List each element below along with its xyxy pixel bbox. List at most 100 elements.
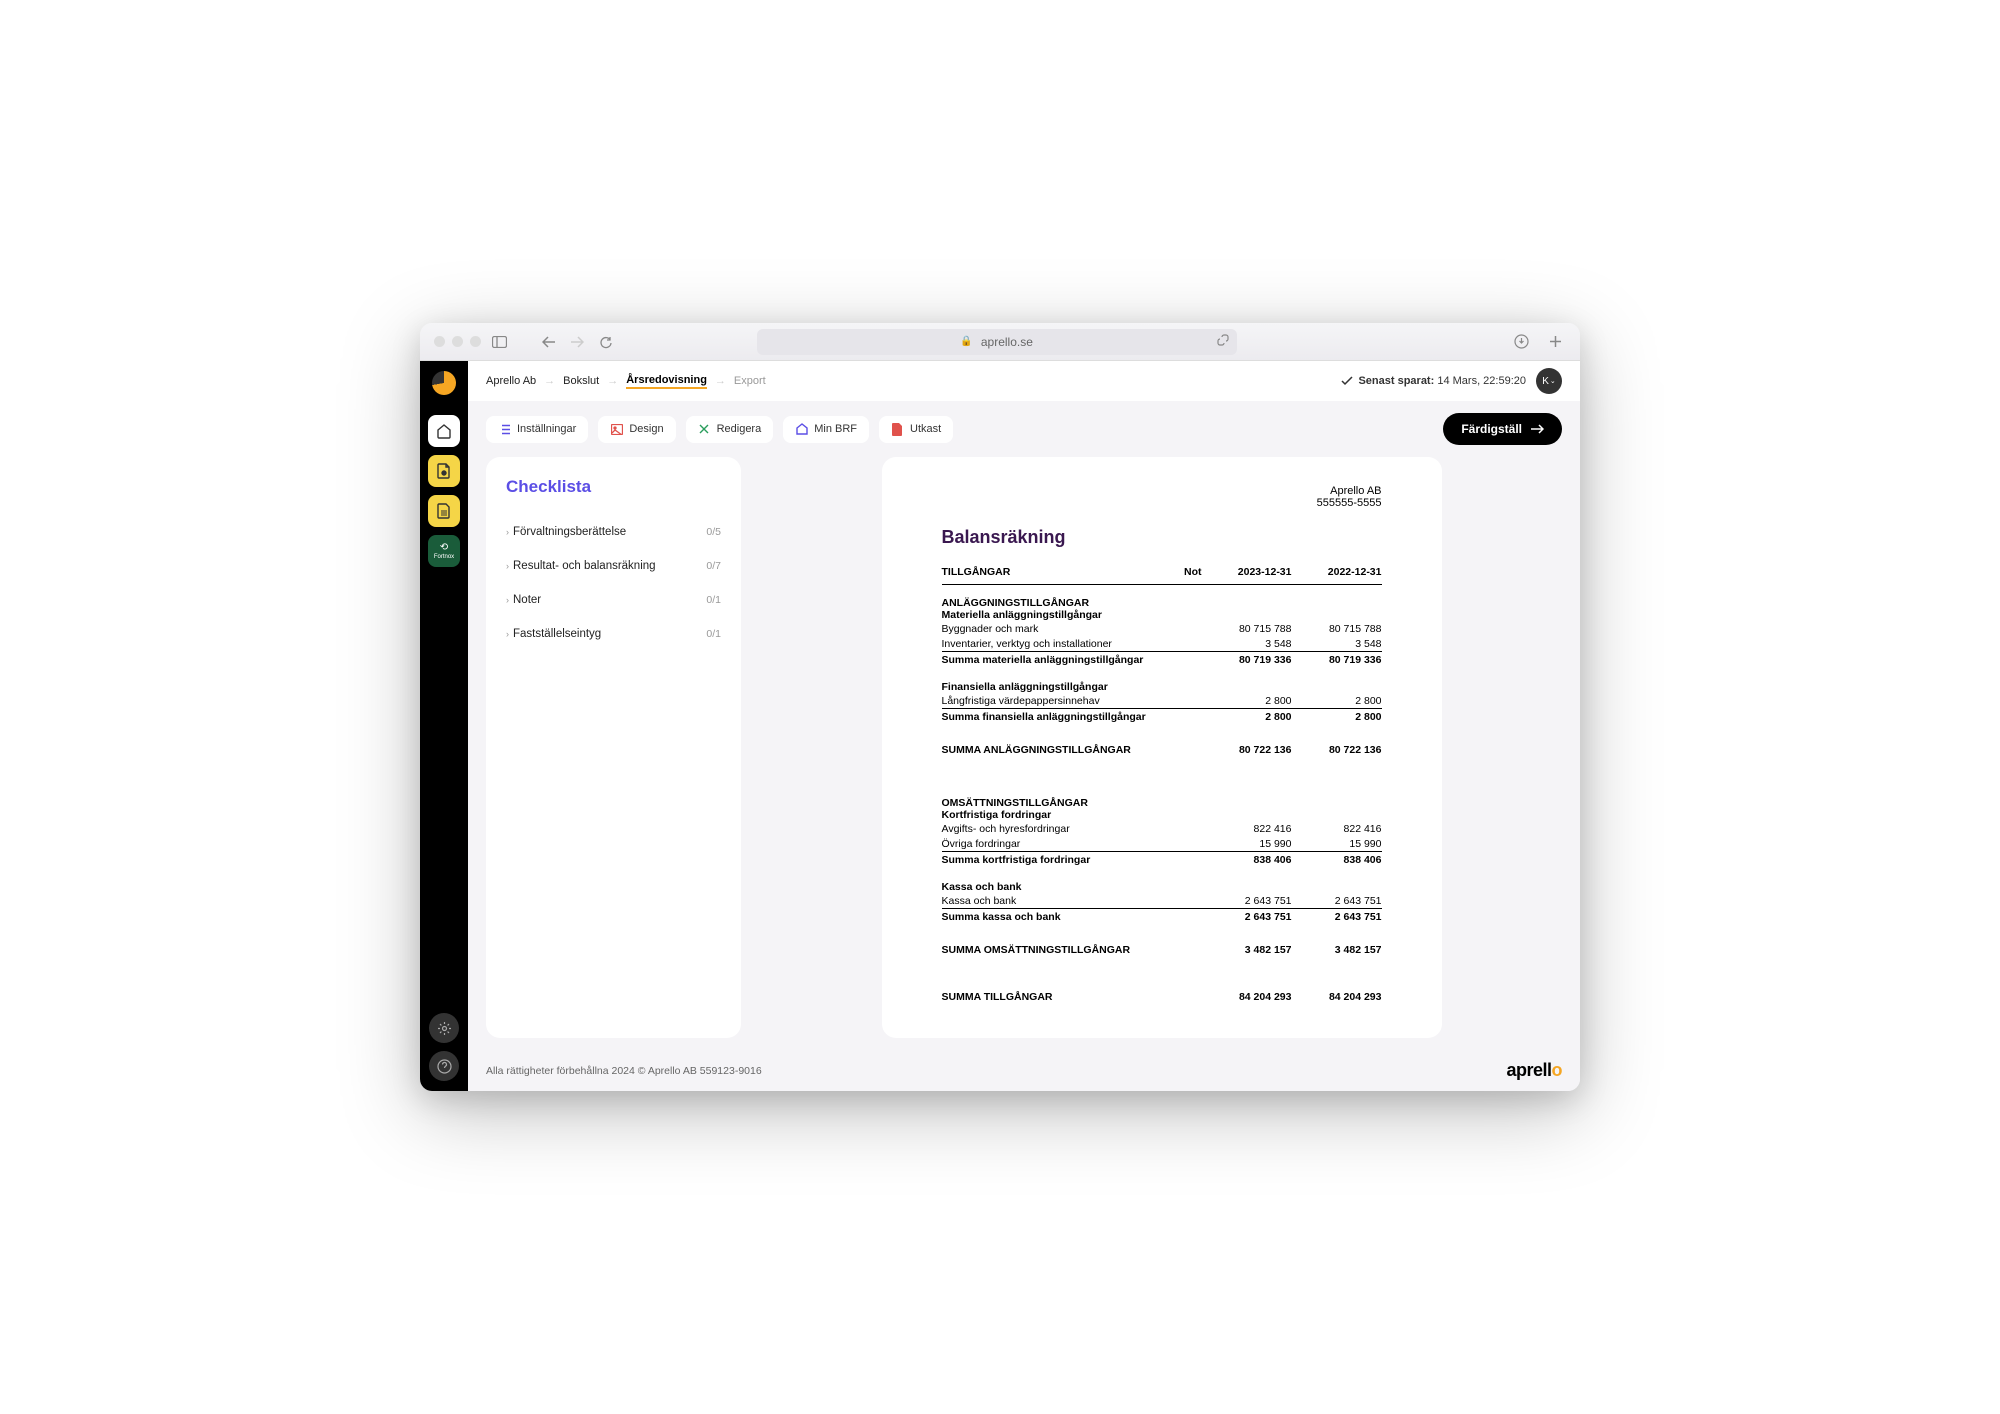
- chevron-right-icon: ›: [506, 561, 509, 571]
- checklist-item-label: Förvaltningsberättelse: [513, 526, 626, 538]
- table-row: Kassa och bank 2 643 751 2 643 751: [942, 893, 1382, 909]
- table-row-sum: Summa finansiella anläggningstillgångar …: [942, 709, 1382, 724]
- doc-title: Balansräkning: [942, 527, 1382, 548]
- avatar-initial: K: [1542, 376, 1549, 387]
- chevron-right-icon: ›: [506, 595, 509, 605]
- col-note: Not: [1162, 566, 1202, 578]
- subsection-title: Materiella anläggningstillgångar: [942, 609, 1382, 621]
- browser-window: 🔒 aprello.se: [420, 323, 1580, 1091]
- tool-settings-label: Inställningar: [517, 423, 576, 435]
- tool-draft[interactable]: Utkast: [879, 416, 953, 443]
- back-icon[interactable]: [539, 332, 559, 352]
- footer: Alla rättigheter förbehållna 2024 © Apre…: [468, 1050, 1580, 1091]
- checklist-panel: Checklista › Förvaltningsberättelse 0/5 …: [486, 457, 741, 1038]
- checklist-item-count: 0/1: [706, 628, 721, 640]
- minimize-icon[interactable]: [452, 336, 463, 347]
- table-row: Inventarier, verktyg och installationer …: [942, 636, 1382, 652]
- tool-edit-label: Redigera: [717, 423, 762, 435]
- section-title: OMSÄTTNINGSTILLGÅNGAR: [942, 797, 1382, 809]
- checklist-item-label: Resultat- och balansräkning: [513, 560, 656, 572]
- checklist-item[interactable]: › Förvaltningsberättelse 0/5: [506, 515, 721, 549]
- breadcrumb-company[interactable]: Aprello Ab: [486, 375, 536, 387]
- copyright: Alla rättigheter förbehållna 2024 © Apre…: [486, 1065, 762, 1077]
- checklist-title: Checklista: [506, 477, 721, 497]
- org-number: 555555-5555: [942, 497, 1382, 509]
- content: Checklista › Förvaltningsberättelse 0/5 …: [468, 457, 1580, 1050]
- checklist-item-label: Fastställelseintyg: [513, 628, 601, 640]
- saved-prefix: Senast sparat:: [1358, 375, 1434, 387]
- document-preview: Aprello AB 555555-5555 Balansräkning TIL…: [882, 457, 1442, 1038]
- breadcrumb-export[interactable]: Export: [734, 375, 766, 387]
- chevron-right-icon: →: [544, 375, 555, 387]
- checklist-item[interactable]: › Resultat- och balansräkning 0/7: [506, 549, 721, 583]
- footer-logo: aprello: [1506, 1060, 1562, 1081]
- sidebar: ⟲ Fortnox: [420, 361, 468, 1091]
- breadcrumb-bokslut[interactable]: Bokslut: [563, 375, 599, 387]
- subsection-title: Kassa och bank: [942, 881, 1382, 893]
- saved-indicator: Senast sparat: 14 Mars, 22:59:20: [1341, 375, 1526, 387]
- breadcrumb: Aprello Ab → Bokslut → Årsredovisning → …: [486, 374, 766, 389]
- sidebar-item-document[interactable]: [428, 455, 460, 487]
- sidebar-item-home[interactable]: [428, 415, 460, 447]
- finalize-label: Färdigställ: [1461, 422, 1522, 436]
- checklist-item[interactable]: › Fastställelseintyg 0/1: [506, 617, 721, 651]
- table-header: TILLGÅNGAR Not 2023-12-31 2022-12-31: [942, 566, 1382, 585]
- browser-chrome: 🔒 aprello.se: [420, 323, 1580, 361]
- table-row-total: SUMMA ANLÄGGNINGSTILLGÅNGAR 80 722 136 8…: [942, 742, 1382, 757]
- table-row: Byggnader och mark 80 715 788 80 715 788: [942, 621, 1382, 636]
- toolbar: Inställningar Design Redigera Min BRF Ut…: [468, 401, 1580, 457]
- table-row-total: SUMMA OMSÄTTNINGSTILLGÅNGAR 3 482 157 3 …: [942, 942, 1382, 957]
- new-tab-icon[interactable]: [1546, 332, 1566, 352]
- balance-sheet: TILLGÅNGAR Not 2023-12-31 2022-12-31 ANL…: [942, 566, 1382, 1004]
- table-row: Långfristiga värdepappersinnehav 2 800 2…: [942, 693, 1382, 709]
- sidebar-item-report[interactable]: [428, 495, 460, 527]
- forward-icon[interactable]: [567, 332, 587, 352]
- list-icon: [498, 423, 511, 436]
- chevron-right-icon: →: [607, 375, 618, 387]
- reload-icon[interactable]: [595, 332, 615, 352]
- saved-time: 14 Mars, 22:59:20: [1437, 375, 1526, 387]
- col-year1: 2023-12-31: [1202, 566, 1292, 578]
- tool-brf-label: Min BRF: [814, 423, 857, 435]
- tool-design-label: Design: [629, 423, 663, 435]
- breadcrumb-arsredovisning[interactable]: Årsredovisning: [626, 374, 707, 389]
- download-icon[interactable]: [1512, 332, 1532, 352]
- checklist-item-label: Noter: [513, 594, 541, 606]
- chevron-right-icon: →: [715, 375, 726, 387]
- col-assets: TILLGÅNGAR: [942, 566, 1162, 578]
- table-row-sum: Summa materiella anläggningstillgångar 8…: [942, 652, 1382, 667]
- help-icon[interactable]: [429, 1051, 459, 1081]
- sidebar-item-fortnox[interactable]: ⟲ Fortnox: [428, 535, 460, 567]
- checklist-item[interactable]: › Noter 0/1: [506, 583, 721, 617]
- chevron-right-icon: ›: [506, 527, 509, 537]
- sidebar-toggle-icon[interactable]: [489, 332, 509, 352]
- chevron-right-icon: ›: [506, 629, 509, 639]
- checklist-item-count: 0/7: [706, 560, 721, 572]
- app: ⟲ Fortnox Aprello Ab → Bokslut →: [420, 361, 1580, 1091]
- subsection-title: Kortfristiga fordringar: [942, 809, 1382, 821]
- app-logo-icon[interactable]: [432, 371, 456, 395]
- tools-icon: [698, 423, 711, 436]
- settings-icon[interactable]: [429, 1013, 459, 1043]
- doc-header: Aprello AB 555555-5555: [942, 485, 1382, 509]
- company-name: Aprello AB: [942, 485, 1382, 497]
- subsection-title: Finansiella anläggningstillgångar: [942, 681, 1382, 693]
- share-icon[interactable]: [1217, 334, 1229, 349]
- close-icon[interactable]: [434, 336, 445, 347]
- finalize-button[interactable]: Färdigställ: [1443, 413, 1562, 445]
- tool-design[interactable]: Design: [598, 416, 675, 443]
- tool-draft-label: Utkast: [910, 423, 941, 435]
- sync-icon: ⟲: [440, 542, 448, 553]
- checklist-item-count: 0/1: [706, 594, 721, 606]
- tool-brf[interactable]: Min BRF: [783, 416, 869, 443]
- tool-edit[interactable]: Redigera: [686, 416, 774, 443]
- col-year2: 2022-12-31: [1292, 566, 1382, 578]
- main: Aprello Ab → Bokslut → Årsredovisning → …: [468, 361, 1580, 1091]
- topbar: Aprello Ab → Bokslut → Årsredovisning → …: [468, 361, 1580, 401]
- maximize-icon[interactable]: [470, 336, 481, 347]
- home-icon: [795, 423, 808, 436]
- table-row: Övriga fordringar 15 990 15 990: [942, 836, 1382, 852]
- avatar[interactable]: K⌄: [1536, 368, 1562, 394]
- tool-settings[interactable]: Inställningar: [486, 416, 588, 443]
- url-bar[interactable]: 🔒 aprello.se: [757, 329, 1237, 355]
